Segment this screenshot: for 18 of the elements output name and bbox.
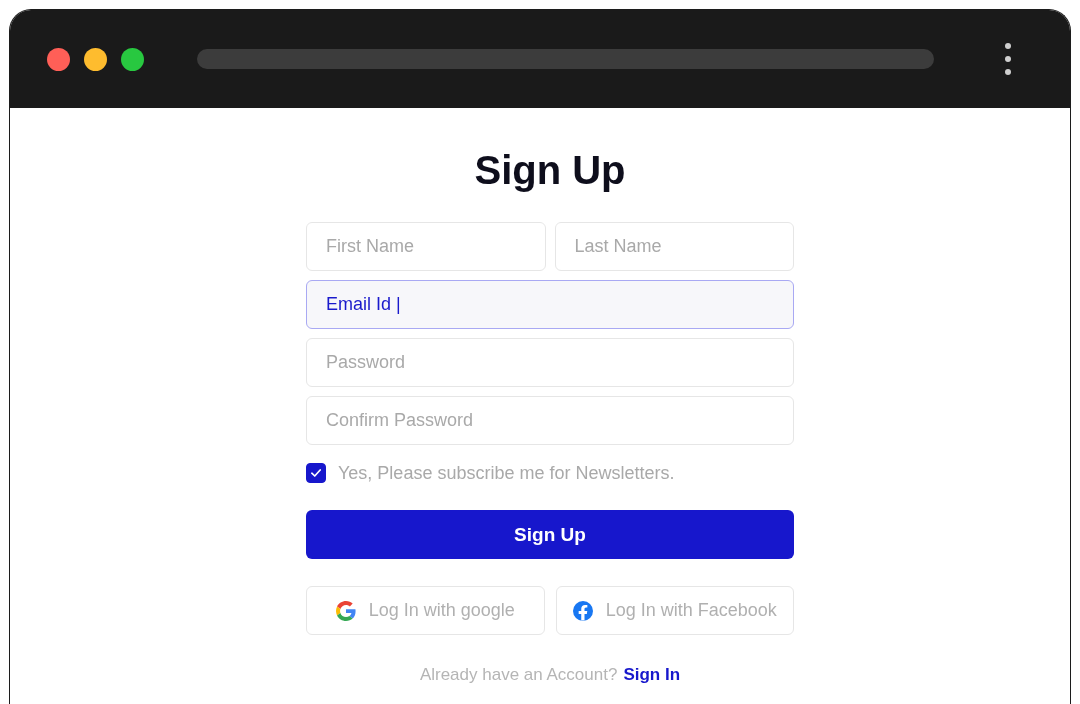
input-field[interactable]: Confirm Password — [306, 396, 794, 445]
form-title: Sign Up — [474, 147, 626, 194]
facebook-logo-icon — [572, 600, 593, 621]
zoom-control-icon[interactable] — [121, 47, 144, 71]
check-icon — [311, 469, 321, 477]
close-control-icon[interactable] — [47, 47, 70, 71]
input-field[interactable]: First Name — [306, 222, 546, 271]
sign-in-link[interactable]: Sign In — [623, 665, 681, 685]
minimize-control-icon[interactable] — [84, 47, 107, 71]
account-prompt-text: Already have an Account? — [419, 665, 618, 685]
input-field[interactable]: Password — [306, 338, 794, 387]
google-logo-icon — [335, 600, 356, 621]
checkbox-label: Yes, Please subscribe me for Newsletters. — [338, 462, 675, 484]
newsletter-checkbox[interactable] — [306, 463, 326, 483]
sign-up-button[interactable]: Sign Up — [306, 510, 794, 559]
input-field[interactable]: Email Id | — [306, 280, 794, 329]
input-field[interactable]: Last Name — [554, 222, 794, 271]
kebab-menu-icon[interactable] — [1005, 43, 1011, 75]
